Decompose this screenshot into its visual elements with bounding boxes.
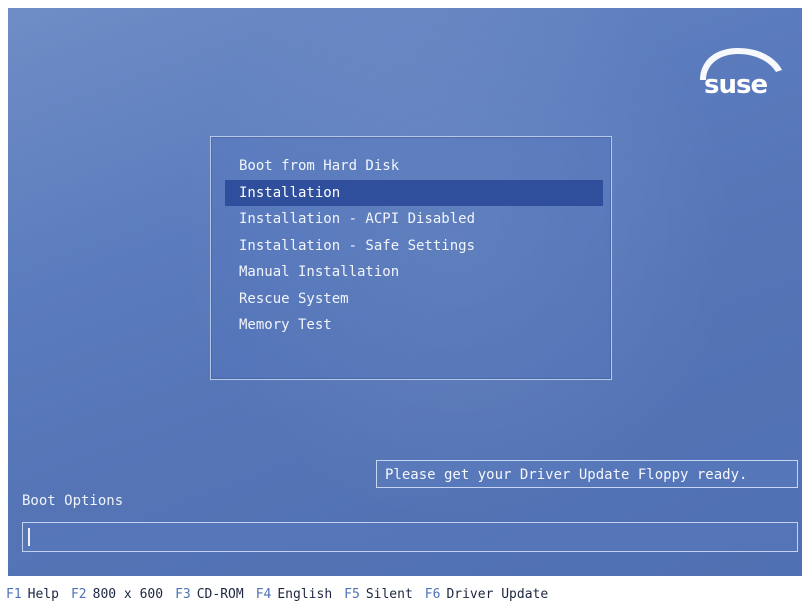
- fkey-label: English: [277, 587, 333, 602]
- fkey-label: Driver Update: [446, 587, 549, 602]
- function-key-bar: F1 Help F2 800 x 600 F3 CD-ROM F4 Englis…: [0, 582, 802, 607]
- fkey-f5-splash[interactable]: F5 Silent: [344, 587, 413, 602]
- boot-menu-list: Boot from Hard Disk Installation Install…: [225, 153, 603, 339]
- fkey-label: Silent: [365, 587, 413, 602]
- suse-logo: suse: [698, 46, 788, 106]
- menu-item-memory-test[interactable]: Memory Test: [225, 312, 603, 339]
- fkey-label: 800 x 600: [92, 587, 164, 602]
- menu-item-installation-acpi-disabled[interactable]: Installation - ACPI Disabled: [225, 206, 603, 233]
- menu-item-boot-hard-disk[interactable]: Boot from Hard Disk: [225, 153, 603, 180]
- fkey-key: F4: [255, 587, 272, 602]
- fkey-label: CD-ROM: [196, 587, 244, 602]
- text-caret: [28, 528, 30, 546]
- boot-options-input[interactable]: [22, 522, 798, 552]
- fkey-key: F5: [344, 587, 360, 602]
- fkey-key: F6: [424, 587, 441, 602]
- fkey-f6-driver-update[interactable]: F6 Driver Update: [425, 587, 548, 602]
- suse-logo-text: suse: [704, 70, 768, 100]
- fkey-f1-help[interactable]: F1 Help: [6, 587, 59, 602]
- menu-item-installation[interactable]: Installation: [225, 179, 603, 206]
- fkey-label: Help: [27, 587, 59, 602]
- fkey-key: F2: [70, 587, 87, 602]
- boot-options-label: Boot Options: [22, 493, 124, 509]
- fkey-f2-resolution[interactable]: F2 800 x 600: [71, 587, 163, 602]
- fkey-f4-language[interactable]: F4 English: [256, 587, 332, 602]
- menu-item-manual-installation[interactable]: Manual Installation: [225, 259, 603, 286]
- menu-item-installation-safe-settings[interactable]: Installation - Safe Settings: [225, 233, 603, 260]
- boot-screen: suse Boot from Hard Disk Installation In…: [8, 8, 802, 576]
- fkey-f3-source[interactable]: F3 CD-ROM: [175, 587, 244, 602]
- driver-update-notice: Please get your Driver Update Floppy rea…: [376, 460, 798, 488]
- fkey-key: F1: [6, 587, 22, 602]
- boot-menu: Boot from Hard Disk Installation Install…: [210, 136, 612, 380]
- menu-item-rescue-system[interactable]: Rescue System: [225, 286, 603, 313]
- fkey-key: F3: [175, 587, 191, 602]
